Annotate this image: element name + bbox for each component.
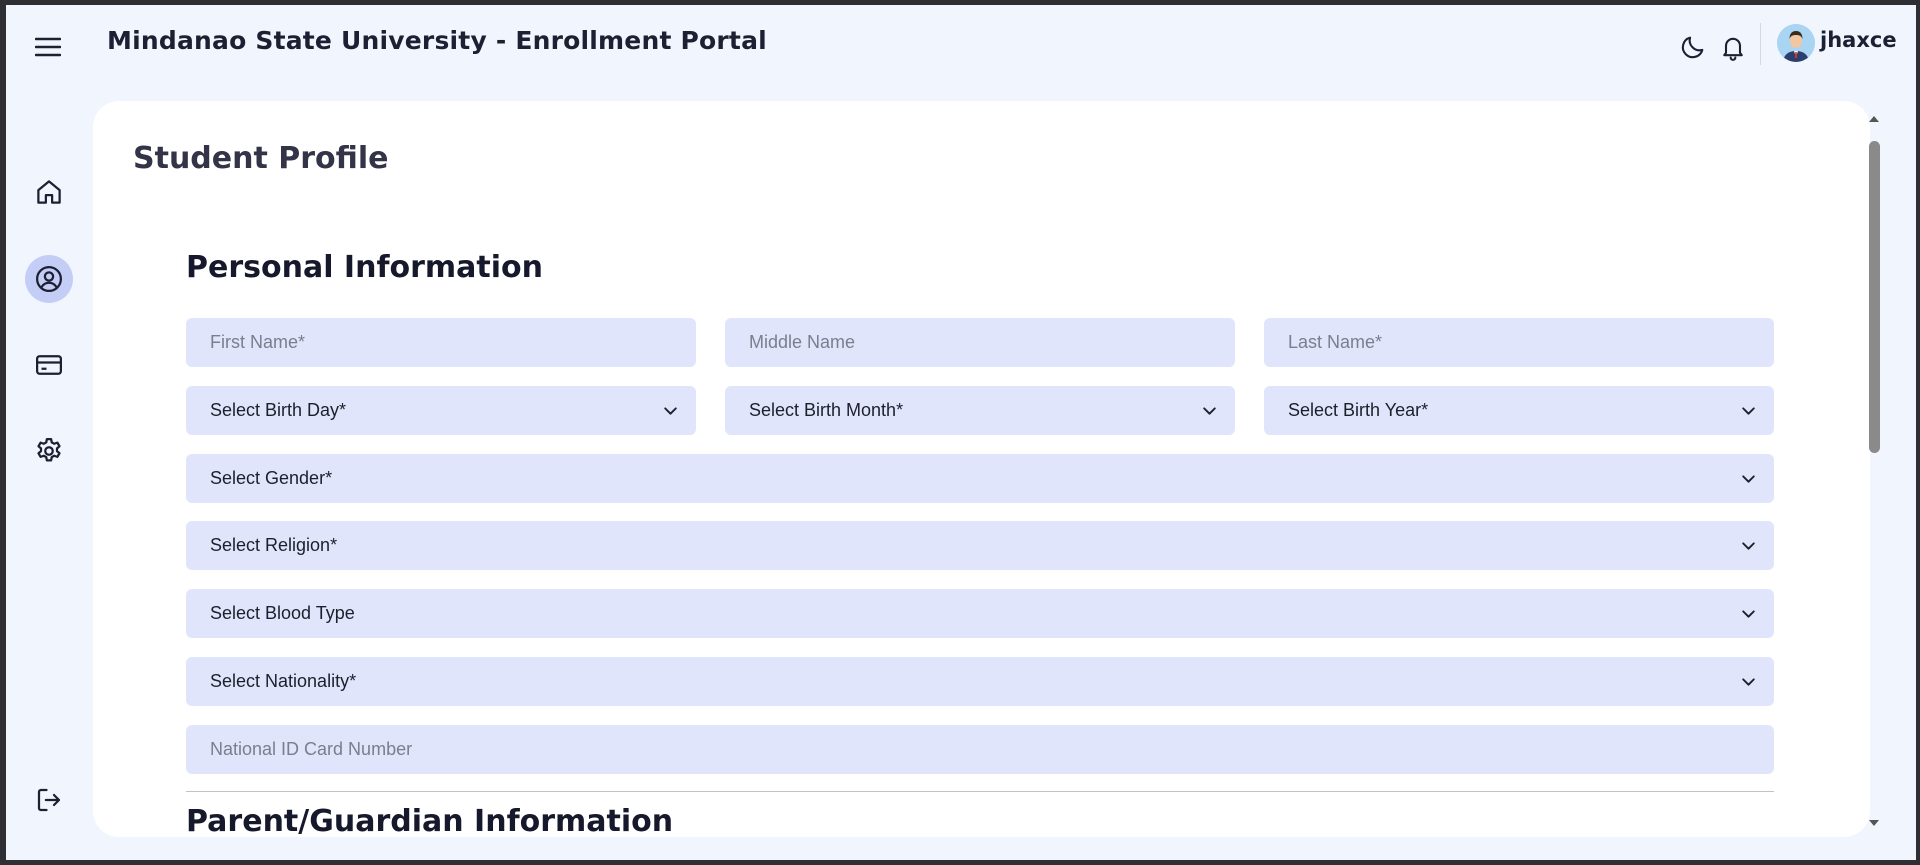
blood-type-select[interactable]: Select Blood Type — [186, 589, 1774, 638]
section-divider — [186, 791, 1774, 792]
top-header: Mindanao State University - Enrollment P… — [6, 5, 1916, 89]
last-name-input[interactable]: Last Name* — [1264, 318, 1774, 367]
birth-day-select[interactable]: Select Birth Day* — [186, 386, 696, 435]
credit-card-icon — [36, 355, 62, 375]
user-profile-icon — [36, 266, 62, 292]
national-id-input[interactable]: National ID Card Number — [186, 725, 1774, 774]
sidebar-item-profile[interactable] — [25, 255, 73, 303]
chevron-down-icon — [1742, 407, 1755, 415]
middle-name-placeholder: Middle Name — [749, 332, 856, 352]
sidebar-item-home[interactable] — [25, 168, 73, 216]
page-scrollbar[interactable] — [1866, 111, 1882, 829]
chevron-down-icon — [1203, 407, 1216, 415]
middle-name-input[interactable]: Middle Name — [725, 318, 1235, 367]
nationality-select[interactable]: Select Nationality* — [186, 657, 1774, 706]
logout-icon — [37, 788, 61, 812]
national-id-placeholder: National ID Card Number — [210, 739, 413, 759]
moon-icon — [1681, 36, 1704, 59]
avatar[interactable] — [1777, 24, 1815, 62]
parent-guardian-heading: Parent/Guardian Information — [186, 804, 674, 837]
main-content-card: Student Profile Personal Information Fir… — [93, 101, 1870, 837]
notifications-button[interactable] — [1715, 29, 1751, 65]
scroll-down-button[interactable] — [1866, 815, 1882, 829]
username[interactable]: jhaxce — [1820, 28, 1897, 52]
chevron-down-icon — [1742, 475, 1755, 483]
chevron-down-icon — [664, 407, 677, 415]
birth-year-select[interactable]: Select Birth Year* — [1264, 386, 1774, 435]
chevron-down-icon — [1742, 610, 1755, 618]
birth-day-value: Select Birth Day* — [210, 400, 347, 420]
app-title: Mindanao State University - Enrollment P… — [107, 26, 767, 55]
scrollbar-thumb[interactable] — [1869, 141, 1880, 453]
first-name-placeholder: First Name* — [210, 332, 306, 352]
nationality-value: Select Nationality* — [210, 671, 357, 691]
first-name-input[interactable]: First Name* — [186, 318, 696, 367]
scroll-up-button[interactable] — [1866, 111, 1882, 125]
triangle-up-icon — [1869, 116, 1879, 122]
home-icon — [37, 180, 61, 204]
birth-year-value: Select Birth Year* — [1288, 400, 1429, 420]
header-divider — [1760, 23, 1761, 65]
personal-information-heading: Personal Information — [186, 250, 543, 285]
user-avatar-icon — [1777, 24, 1815, 62]
logout-button[interactable] — [25, 776, 73, 824]
chevron-down-icon — [1742, 542, 1755, 550]
birth-month-value: Select Birth Month* — [749, 400, 904, 420]
bell-icon — [1723, 37, 1743, 61]
hamburger-menu-button[interactable] — [30, 31, 66, 63]
chevron-down-icon — [1742, 678, 1755, 686]
gear-icon — [37, 438, 61, 462]
page-title: Student Profile — [133, 141, 389, 176]
triangle-down-icon — [1869, 820, 1879, 826]
birth-month-select[interactable]: Select Birth Month* — [725, 386, 1235, 435]
dark-mode-toggle[interactable] — [1675, 29, 1711, 65]
app-window: Mindanao State University - Enrollment P… — [6, 5, 1916, 860]
sidebar-item-settings[interactable] — [25, 427, 73, 475]
religion-select[interactable]: Select Religion* — [186, 521, 1774, 570]
gender-value: Select Gender* — [210, 468, 333, 488]
gender-select[interactable]: Select Gender* — [186, 454, 1774, 503]
blood-type-value: Select Blood Type — [210, 603, 355, 623]
sidebar-item-payments[interactable] — [25, 341, 73, 389]
last-name-placeholder: Last Name* — [1288, 332, 1383, 352]
religion-value: Select Religion* — [210, 535, 338, 555]
menu-icon — [35, 37, 61, 57]
